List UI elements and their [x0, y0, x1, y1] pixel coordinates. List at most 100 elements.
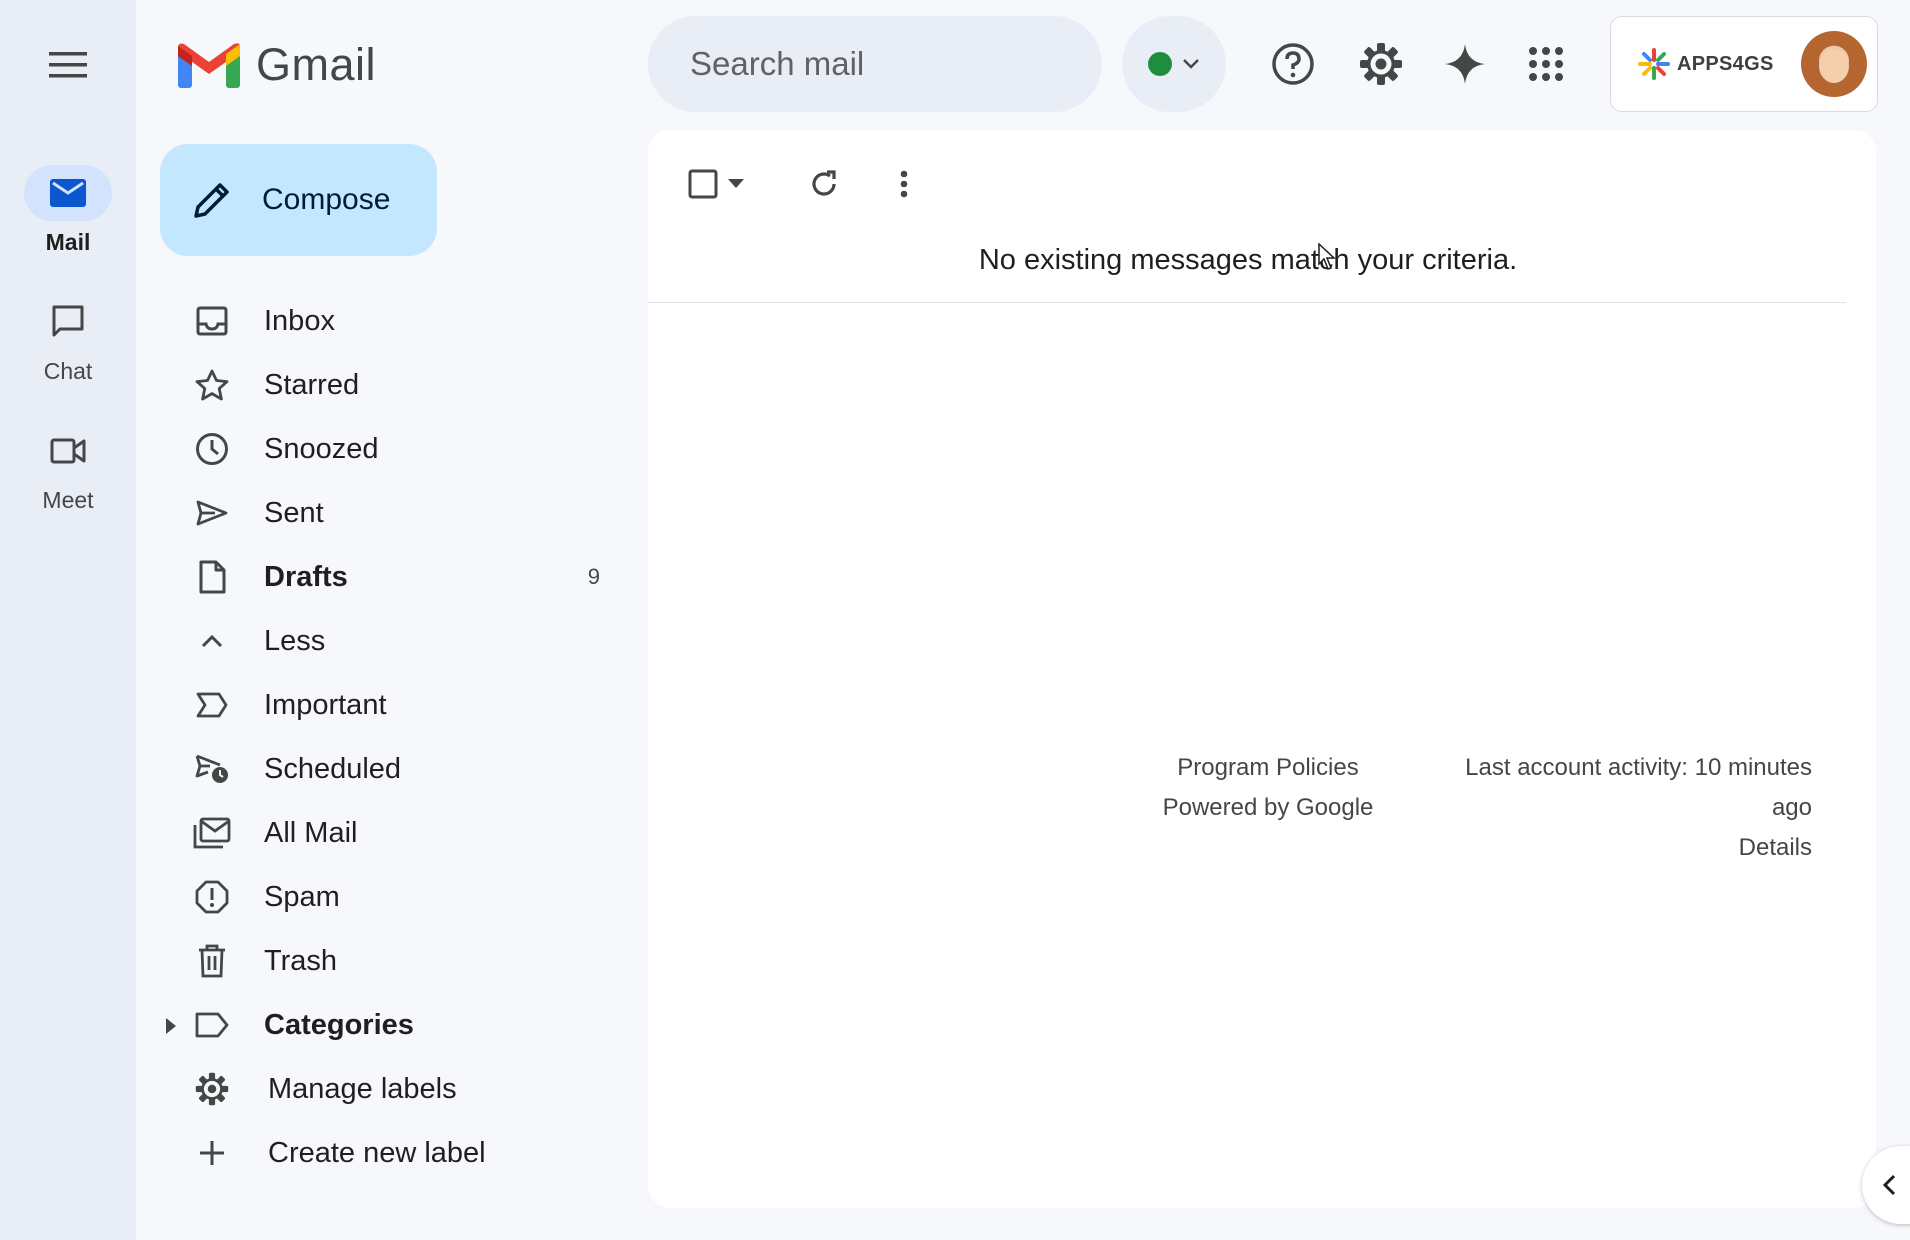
- sidebar-item-label: Inbox: [264, 304, 335, 337]
- sidebar-item-inbox[interactable]: Inbox: [160, 289, 620, 353]
- sidebar-item-label: Sent: [264, 496, 324, 529]
- sidebar-item-label: Starred: [264, 368, 360, 401]
- plus-icon: [200, 1141, 224, 1165]
- org-name: APPS4GS: [1677, 52, 1774, 75]
- sidebar-item-label: Spam: [264, 880, 340, 913]
- chat-icon: [52, 305, 84, 337]
- sidebar-nav: Inbox Starred Snoozed Sent Drafts 9 Less…: [160, 289, 620, 1185]
- sidebar-item-categories[interactable]: Categories: [160, 993, 620, 1057]
- message-list-panel: No existing messages match your criteria…: [648, 130, 1876, 1208]
- divider: [648, 302, 1846, 303]
- rail-item-meet[interactable]: Meet: [0, 423, 136, 514]
- org-logo-icon: [1638, 48, 1670, 80]
- sidebar-item-label: Snoozed: [264, 432, 379, 465]
- powered-by-text: Powered by Google: [1162, 794, 1374, 821]
- sidebar-item-spam[interactable]: Spam: [160, 865, 620, 929]
- inbox-icon: [196, 306, 228, 336]
- refresh-icon: [812, 170, 836, 196]
- meet-icon: [50, 438, 86, 464]
- select-all-checkbox[interactable]: [678, 154, 754, 214]
- sidebar-item-all-mail[interactable]: All Mail: [160, 801, 620, 865]
- main-menu-button[interactable]: [35, 35, 101, 95]
- important-icon: [196, 692, 228, 718]
- sidebar-item-scheduled[interactable]: Scheduled: [160, 737, 620, 801]
- sidebar-item-label: Manage labels: [268, 1072, 457, 1105]
- rail-item-chat[interactable]: Chat: [0, 294, 136, 385]
- compose-button[interactable]: Compose: [160, 144, 437, 256]
- footer-links: Program Policies Powered by Google: [1108, 748, 1428, 828]
- clock-icon: [196, 433, 228, 465]
- hamburger-icon: [49, 52, 87, 78]
- checkbox-icon: [688, 169, 718, 199]
- send-icon: [196, 500, 228, 526]
- rail-pill: [24, 165, 112, 221]
- caret-down-icon: [728, 179, 744, 188]
- more-options-button[interactable]: [874, 154, 934, 214]
- support-button[interactable]: [1263, 34, 1323, 94]
- chevron-down-icon: [1183, 59, 1199, 69]
- sparkle-icon: [1445, 44, 1485, 84]
- activity-line-1: Last account activity: 10 minutes: [1465, 754, 1812, 781]
- sidebar-item-label: Scheduled: [264, 752, 402, 785]
- expand-arrow-icon[interactable]: [166, 1018, 176, 1034]
- star-icon: [195, 369, 229, 401]
- sidebar-item-label: Less: [264, 624, 326, 657]
- sidebar-item-label: Categories: [264, 1008, 414, 1041]
- pencil-icon: [194, 183, 229, 218]
- gmail-m-icon: [178, 43, 240, 88]
- scheduled-icon: [195, 754, 228, 783]
- details-link[interactable]: Details: [1392, 828, 1812, 868]
- left-rail: Mail Chat Meet: [0, 0, 136, 1240]
- label-icon: [195, 1012, 229, 1038]
- sidebar-item-drafts[interactable]: Drafts 9: [160, 545, 620, 609]
- gear-icon: [195, 1072, 229, 1106]
- gemini-button[interactable]: [1435, 34, 1495, 94]
- refresh-button[interactable]: [794, 154, 854, 214]
- chevron-up-icon: [201, 634, 223, 648]
- mail-icon: [50, 179, 86, 207]
- app-title: Gmail: [256, 39, 377, 90]
- avatar[interactable]: [1801, 31, 1867, 97]
- sidebar-item-label: Trash: [264, 944, 338, 977]
- rail-label-meet: Meet: [42, 487, 94, 513]
- sidebar-item-trash[interactable]: Trash: [160, 929, 620, 993]
- rail-label-chat: Chat: [43, 358, 93, 384]
- settings-button[interactable]: [1351, 34, 1411, 94]
- sidebar-item-manage-labels[interactable]: Manage labels: [160, 1057, 620, 1121]
- sidebar-item-sent[interactable]: Sent: [160, 481, 620, 545]
- sidebar-item-snoozed[interactable]: Snoozed: [160, 417, 620, 481]
- program-policies-link[interactable]: Program Policies: [1108, 748, 1428, 788]
- sidebar-item-create-label[interactable]: Create new label: [160, 1121, 620, 1185]
- sidebar-item-label: All Mail: [264, 816, 358, 849]
- search-bar: [648, 16, 1115, 112]
- apps-grid-icon: [1529, 47, 1563, 81]
- help-icon: [1272, 43, 1314, 85]
- drafts-count-badge: 9: [587, 564, 600, 589]
- empty-results-message: No existing messages match your criteria…: [978, 244, 1518, 276]
- status-active-dot: [1148, 52, 1172, 76]
- trash-icon: [199, 944, 225, 978]
- sidebar-item-less[interactable]: Less: [160, 609, 620, 673]
- compose-label: Compose: [262, 183, 391, 216]
- spam-icon: [195, 880, 229, 914]
- google-apps-button[interactable]: [1516, 34, 1576, 94]
- search-input[interactable]: [690, 45, 1115, 83]
- sidebar-item-label: Important: [264, 688, 387, 721]
- draft-icon: [199, 560, 226, 594]
- sidebar-item-label: Drafts: [264, 560, 348, 593]
- sidebar-item-label: Create new label: [268, 1136, 486, 1169]
- activity-line-2: ago: [1771, 794, 1812, 821]
- list-toolbar: [678, 154, 934, 214]
- gear-icon: [1360, 43, 1402, 85]
- account-switcher[interactable]: APPS4GS: [1610, 16, 1878, 112]
- rail-label-mail: Mail: [45, 229, 91, 255]
- more-vert-icon: [900, 170, 908, 198]
- gmail-logo[interactable]: Gmail: [178, 38, 376, 92]
- all-mail-icon: [193, 817, 231, 849]
- sidebar-item-starred[interactable]: Starred: [160, 353, 620, 417]
- status-selector[interactable]: [1122, 16, 1226, 112]
- sidebar-item-important[interactable]: Important: [160, 673, 620, 737]
- rail-item-mail[interactable]: Mail: [0, 165, 136, 256]
- account-activity: Last account activity: 10 minutes ago De…: [1392, 748, 1812, 868]
- chevron-left-icon: [1882, 1174, 1896, 1196]
